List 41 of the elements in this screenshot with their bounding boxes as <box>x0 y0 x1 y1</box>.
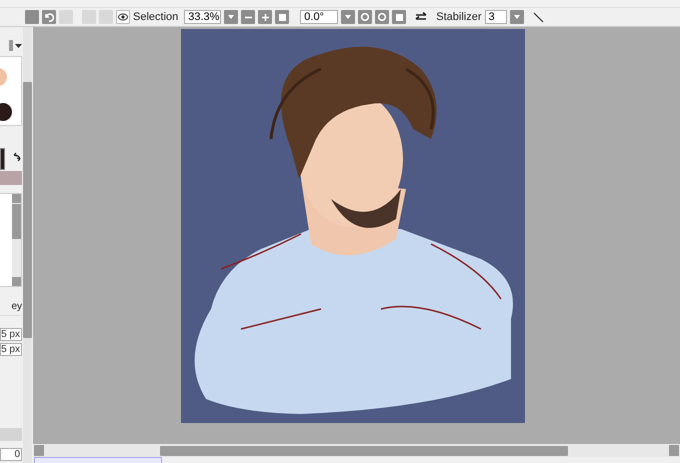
size-field[interactable]: 5 px <box>0 343 22 356</box>
panel-label: ey <box>0 301 22 316</box>
dropdown-button[interactable] <box>510 10 524 24</box>
swatch-icon[interactable] <box>0 103 12 121</box>
color-box[interactable] <box>0 148 5 170</box>
eye-icon[interactable] <box>116 10 130 24</box>
size-field[interactable]: 0 <box>0 448 22 461</box>
angle-field[interactable]: 0.0° <box>300 10 338 24</box>
undo-icon <box>44 12 54 22</box>
list-scrollbar[interactable] <box>12 194 21 286</box>
reset-zoom-button[interactable] <box>275 10 290 24</box>
swap-icon[interactable] <box>12 152 22 162</box>
dropdown-button[interactable] <box>341 10 356 24</box>
flip-icon[interactable] <box>415 12 428 22</box>
stabilizer-field[interactable]: 3 <box>484 10 507 24</box>
caret-icon <box>228 15 234 19</box>
swatch-icon[interactable] <box>0 68 7 86</box>
size-field[interactable]: 5 px <box>0 328 22 341</box>
ring-icon <box>360 12 370 22</box>
undo-button[interactable] <box>42 10 56 24</box>
panel-scrollbar[interactable] <box>23 27 32 463</box>
color-bar <box>0 171 22 185</box>
caret-icon <box>345 15 352 19</box>
caret-icon <box>15 44 22 48</box>
zoom-in-button[interactable] <box>258 10 272 24</box>
square-icon <box>278 14 286 20</box>
square-icon <box>396 14 403 20</box>
caret-icon <box>514 15 520 19</box>
selection-label: Selection <box>133 11 178 23</box>
rotate-right-button[interactable] <box>375 10 390 24</box>
zoom-out-button[interactable] <box>241 10 256 24</box>
horizontal-scrollbar[interactable] <box>33 444 680 457</box>
dropdown-button[interactable] <box>224 10 238 24</box>
line-icon[interactable] <box>532 12 544 22</box>
plus-icon <box>260 12 270 22</box>
ring-icon <box>377 12 388 22</box>
reset-rotation-button[interactable] <box>392 10 406 24</box>
stabilizer-label: Stabilizer <box>436 11 482 23</box>
rotate-left-button[interactable] <box>358 10 372 24</box>
document-tab[interactable] <box>34 457 162 463</box>
zoom-field[interactable]: 33.3% <box>184 10 222 24</box>
